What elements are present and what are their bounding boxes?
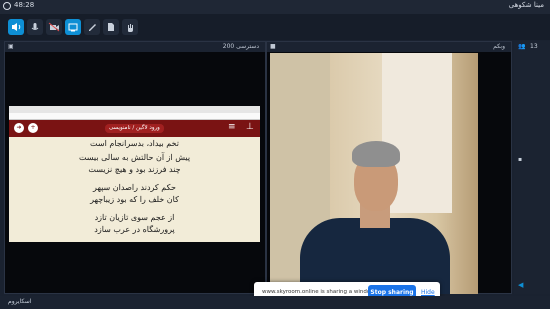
footer: اسکایروم <box>0 296 550 309</box>
toolbar <box>0 14 550 40</box>
webcam-video <box>270 53 478 294</box>
menu-icon[interactable]: ≡ <box>228 122 236 132</box>
pen-icon[interactable] <box>84 19 100 35</box>
users-icon: 👥 <box>518 43 526 50</box>
camera-off-button[interactable] <box>46 19 62 35</box>
send-icon[interactable]: ◀ <box>518 281 523 289</box>
brand-label: اسکایروم <box>8 298 32 305</box>
app-header: ➜ + ورود لاگین / نامنویسی ≡ ⊥ <box>9 120 260 137</box>
browser-tab-bar <box>9 106 260 113</box>
file-icon[interactable] <box>103 19 119 35</box>
back-icon[interactable]: ➜ <box>14 123 24 133</box>
poem-line: پیش از آن حالتش به سالی بیست <box>78 153 191 162</box>
camera-icon: ■ <box>270 43 276 50</box>
users-panel: 👥 13 <box>514 41 550 153</box>
users-count: 13 <box>530 43 538 50</box>
poem-line: پرورشگاه در عرب سازد <box>94 225 175 234</box>
panel-header: ■ وبکم <box>267 42 511 52</box>
screen-share-button[interactable] <box>65 19 81 35</box>
pin-icon[interactable]: ⊥ <box>246 122 254 132</box>
poem-line: تخم بیداد، بدسرانجام است <box>90 139 179 148</box>
hide-link[interactable]: Hide <box>421 289 435 296</box>
session-timer: 48:28 <box>14 1 35 9</box>
speaker-button[interactable] <box>8 19 24 35</box>
sharing-text: www.skyroom.online is sharing a window. <box>262 289 376 295</box>
chat-panel: ▪ ◀ <box>514 153 550 294</box>
title-bar: 48:28 مینا شکوهی <box>0 0 550 14</box>
panel-title: وبکم <box>493 43 505 50</box>
hand-icon[interactable] <box>122 19 138 35</box>
add-icon[interactable]: + <box>28 123 38 133</box>
screen-icon: ▣ <box>8 43 14 50</box>
poem-line: از عجم سوی تازیان تازد <box>94 213 175 222</box>
poem-line: چند فرزند بود و هیچ نزیست <box>88 165 181 174</box>
shared-window: ➜ + ورود لاگین / نامنویسی ≡ ⊥ تخم بیداد،… <box>9 106 260 242</box>
chat-icon: ▪ <box>518 156 523 163</box>
user-name: مینا شکوهی <box>508 1 544 9</box>
panel-title: 200 دسترسی <box>222 43 259 50</box>
browser-url-bar <box>9 113 260 120</box>
poem-line: کان خلف را که بود زیباچهر <box>90 195 179 204</box>
login-link[interactable]: ورود لاگین / نامنویسی <box>105 124 164 133</box>
poem-line: حکم کردند راصدان سپهر <box>93 183 176 192</box>
panel-header: ▣ 200 دسترسی <box>5 42 265 52</box>
clock-icon <box>3 2 11 10</box>
microphone-button[interactable] <box>27 19 43 35</box>
person-hair <box>352 141 400 167</box>
